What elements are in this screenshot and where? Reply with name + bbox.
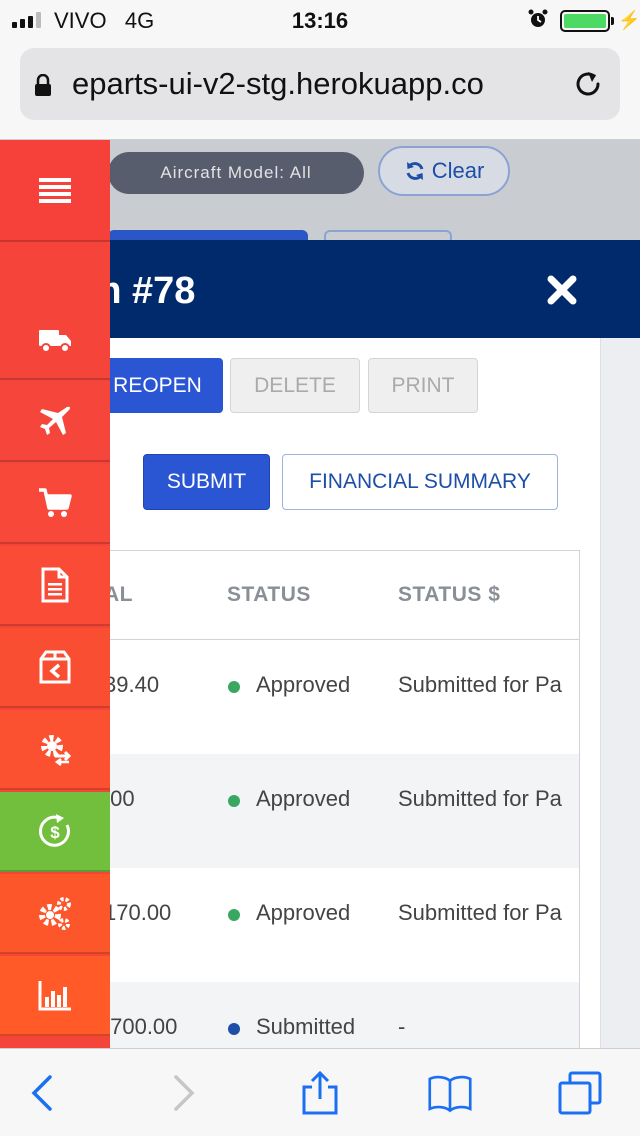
charging-icon: ⚡ [618, 10, 640, 30]
print-button[interactable]: PRINT [368, 358, 478, 413]
modal-scroll-edge [600, 338, 640, 1050]
status-cell: Approved [256, 672, 351, 697]
address-bar[interactable]: eparts-ui-v2-stg.herokuapp.co [20, 48, 620, 120]
airplane-icon [40, 406, 71, 435]
forward-icon[interactable] [160, 1071, 204, 1115]
url-text[interactable]: eparts-ui-v2-stg.herokuapp.co [72, 66, 564, 102]
clear-label: Clear [431, 158, 485, 183]
status-money-cell: - [398, 1014, 406, 1039]
reload-icon[interactable] [572, 68, 604, 100]
browser-toolbar [0, 1048, 640, 1136]
sidebar-item-payments[interactable]: $ [0, 792, 110, 872]
submit-button[interactable]: SUBMIT [143, 454, 270, 510]
back-icon[interactable] [22, 1071, 66, 1115]
sidebar-item-documents[interactable] [0, 546, 110, 626]
table-row[interactable]: 170.00 Approved Submitted for Pa [56, 868, 579, 982]
share-icon[interactable] [298, 1071, 342, 1115]
browser-address-area: eparts-ui-v2-stg.herokuapp.co [0, 40, 640, 140]
claim-modal: aim #78 REOPEN DELETE PRINT SUBMIT FINAN… [56, 240, 640, 1050]
status-cell: Submitted [256, 1014, 356, 1039]
dollar-cycle-icon: $ [39, 814, 70, 847]
total-cell: ,700.00 [104, 1014, 178, 1039]
status-cell: Approved [256, 786, 351, 811]
aircraft-model-filter[interactable]: Aircraft Model: All [108, 152, 364, 194]
modal-header: aim #78 [56, 240, 640, 338]
sidebar-nav: $ [0, 140, 110, 1050]
refresh-icon [406, 162, 424, 180]
close-icon[interactable] [546, 274, 578, 306]
menu-icon [39, 178, 71, 203]
table-row[interactable]: 39.40 Approved Submitted for Pa [56, 640, 579, 754]
total-cell: 39.40 [104, 672, 160, 697]
bar-chart-icon [38, 981, 71, 1011]
battery-icon [560, 10, 610, 32]
claims-table: AL STATUS STATUS $ 39.40 Approved Submit… [56, 550, 580, 1050]
sidebar-item-reports[interactable] [0, 956, 110, 1036]
column-header-status-money[interactable]: STATUS $ [398, 583, 500, 607]
total-cell: 170.00 [104, 900, 172, 925]
box-return-icon [39, 650, 71, 684]
status-dot [228, 795, 240, 807]
sidebar-item-settings[interactable] [0, 874, 110, 954]
sidebar-item-returns[interactable] [0, 628, 110, 708]
sidebar-item-exchange[interactable] [0, 710, 110, 790]
table-row[interactable]: .00 Approved Submitted for Pa [56, 754, 579, 868]
status-money-cell: Submitted for Pa [398, 786, 562, 811]
status-cell: Approved [256, 900, 351, 925]
table-row[interactable]: ,700.00 Submitted - [56, 982, 579, 1049]
status-money-cell: Submitted for Pa [398, 672, 562, 697]
delete-button[interactable]: DELETE [230, 358, 360, 413]
clear-filter-button[interactable]: Clear [378, 146, 510, 196]
tabs-icon[interactable] [558, 1071, 602, 1115]
truck-icon [39, 330, 71, 353]
reopen-button[interactable]: REOPEN [92, 358, 223, 413]
sidebar-item-menu[interactable] [0, 140, 110, 242]
lock-icon [35, 74, 51, 96]
status-bar: VIVO 4G 13:16 ⚡ [0, 0, 640, 40]
sidebar-item-aircraft[interactable] [0, 382, 110, 462]
cart-icon [39, 488, 72, 517]
column-header-status[interactable]: STATUS [227, 583, 311, 607]
battery-tip [611, 17, 614, 25]
sidebar-item-shipping[interactable] [0, 300, 110, 380]
sidebar-item-orders[interactable] [0, 464, 110, 544]
gears-icon [39, 897, 71, 930]
gear-exchange-icon [41, 735, 72, 766]
alarm-icon [528, 9, 548, 27]
status-dot [228, 681, 240, 693]
status-dot [228, 1023, 240, 1035]
financial-summary-button[interactable]: FINANCIAL SUMMARY [282, 454, 558, 510]
svg-text:$: $ [50, 823, 60, 842]
document-icon [41, 567, 69, 603]
status-dot [228, 909, 240, 921]
status-money-cell: Submitted for Pa [398, 900, 562, 925]
bookmarks-icon[interactable] [428, 1071, 472, 1115]
